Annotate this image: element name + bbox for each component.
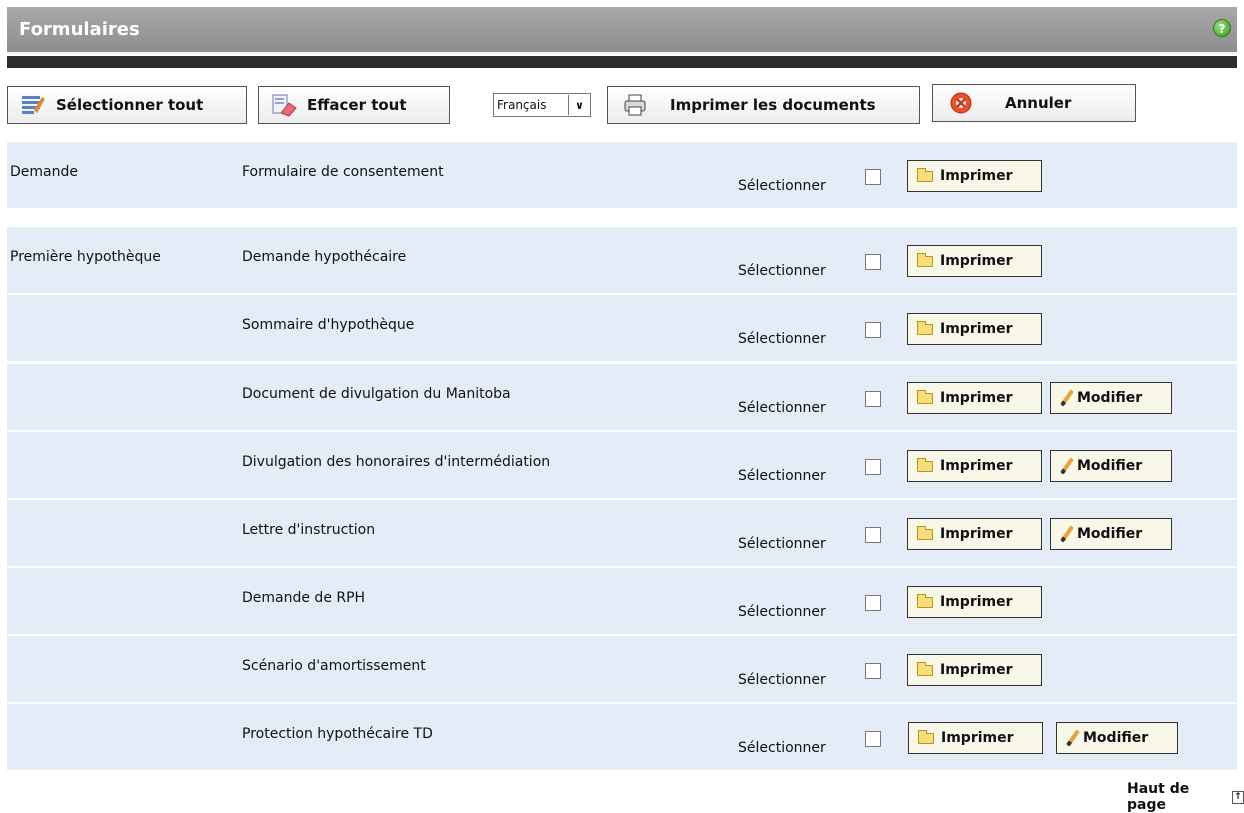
form-row: Demande de RPH Sélectionner Imprimer [7,568,1237,634]
print-label: Imprimer [940,594,1013,610]
print-button[interactable]: Imprimer [907,586,1042,618]
page-title: Formulaires [19,19,140,40]
print-button[interactable]: Imprimer [907,450,1042,482]
select-checkbox[interactable] [865,527,881,543]
select-all-label: Sélectionner tout [56,96,204,114]
form-row: Scénario d'amortissement Sélectionner Impr… [7,636,1237,702]
chevron-down-icon: ∨ [568,95,590,115]
form-name: Sommaire d'hypothèque [242,317,415,333]
select-checkbox[interactable] [865,663,881,679]
print-label: Imprimer [940,168,1013,184]
select-checkbox[interactable] [865,459,881,475]
select-all-button[interactable]: Sélectionner tout [7,86,247,124]
section-label: Première hypothèque [10,249,161,265]
header-divider [7,56,1237,68]
select-label: Sélectionner [738,468,826,484]
edit-button[interactable]: Modifier [1050,450,1172,482]
form-name: Divulgation des honoraires d'intermédiat… [242,454,551,470]
form-name: Formulaire de consentement [242,164,444,180]
folder-icon [917,525,933,540]
eraser-icon [271,93,297,117]
select-label: Sélectionner [738,400,826,416]
clear-all-button[interactable]: Effacer tout [258,86,450,124]
cancel-icon [949,91,975,115]
select-label: Sélectionner [738,263,826,279]
folder-icon [917,389,933,404]
cancel-label: Annuler [1005,94,1072,112]
folder-icon [917,593,933,608]
print-label: Imprimer [940,253,1013,269]
checklist-icon [20,93,46,117]
edit-label: Modifier [1077,390,1143,406]
form-row: Sommaire d'hypothèque Sélectionner Imprime… [7,295,1237,361]
print-button[interactable]: Imprimer [907,160,1042,192]
form-name: Scénario d'amortissement [242,658,426,674]
form-row: Lettre d'instruction Sélectionner Imprimer… [7,500,1237,566]
folder-icon [917,167,933,182]
folder-icon [917,661,933,676]
form-name: Document de divulgation du Manitoba [242,386,511,402]
edit-button[interactable]: Modifier [1050,518,1172,550]
back-to-top-link[interactable]: Haut de page ↑ [1127,781,1244,813]
folder-icon [917,457,933,472]
clear-all-label: Effacer tout [307,96,407,114]
edit-button[interactable]: Modifier [1050,382,1172,414]
edit-button[interactable]: Modifier [1056,722,1178,754]
select-label: Sélectionner [738,331,826,347]
print-button[interactable]: Imprimer [907,313,1042,345]
print-label: Imprimer [940,390,1013,406]
form-name: Demande de RPH [242,590,366,606]
pencil-icon [1066,729,1080,747]
print-button[interactable]: Imprimer [907,654,1042,686]
print-label: Imprimer [941,730,1014,746]
print-button[interactable]: Imprimer [907,518,1042,550]
section-label: Demande [10,164,78,180]
select-label: Sélectionner [738,740,826,756]
select-label: Sélectionner [738,178,826,194]
form-name: Demande hypothécaire [242,249,407,265]
form-name: Protection hypothécaire TD [242,726,433,742]
print-button[interactable]: Imprimer [908,722,1043,754]
select-label: Sélectionner [738,604,826,620]
print-button[interactable]: Imprimer [907,382,1042,414]
folder-icon [917,252,933,267]
print-label: Imprimer [940,662,1013,678]
select-checkbox[interactable] [865,169,881,185]
select-checkbox[interactable] [865,595,881,611]
pencil-icon [1060,457,1074,475]
header-bar: Formulaires ? [7,7,1237,54]
edit-label: Modifier [1077,526,1143,542]
pencil-icon [1060,389,1074,407]
form-row: Demande Formulaire de consentement Sélecti… [7,142,1237,208]
select-checkbox[interactable] [865,322,881,338]
print-documents-button[interactable]: Imprimer les documents [607,86,920,124]
form-row: Première hypothèque Demande hypothécaire S… [7,227,1237,293]
form-name: Lettre d'instruction [242,522,376,538]
select-checkbox[interactable] [865,391,881,407]
form-row: Divulgation des honoraires d'intermédiat… [7,432,1237,498]
select-checkbox[interactable] [865,731,881,747]
folder-icon [917,320,933,335]
edit-label: Modifier [1083,730,1149,746]
print-button[interactable]: Imprimer [907,245,1042,277]
pencil-icon [1060,525,1074,543]
edit-label: Modifier [1077,458,1143,474]
select-label: Sélectionner [738,672,826,688]
arrow-up-icon: ↑ [1231,790,1244,804]
printer-icon [622,93,648,117]
print-documents-label: Imprimer les documents [670,96,876,114]
back-to-top-label: Haut de page [1127,781,1190,813]
language-value: Français [497,98,547,112]
print-label: Imprimer [940,526,1013,542]
form-row: Protection hypothécaire TD Sélectionner Im… [7,704,1237,770]
help-icon[interactable]: ? [1213,19,1231,37]
cancel-button[interactable]: Annuler [932,84,1136,122]
select-label: Sélectionner [738,536,826,552]
folder-icon [918,729,934,744]
select-checkbox[interactable] [865,254,881,270]
language-select[interactable]: Français ∨ [493,93,591,117]
print-label: Imprimer [940,458,1013,474]
form-row: Document de divulgation du Manitoba Sélec… [7,364,1237,430]
print-label: Imprimer [940,321,1013,337]
